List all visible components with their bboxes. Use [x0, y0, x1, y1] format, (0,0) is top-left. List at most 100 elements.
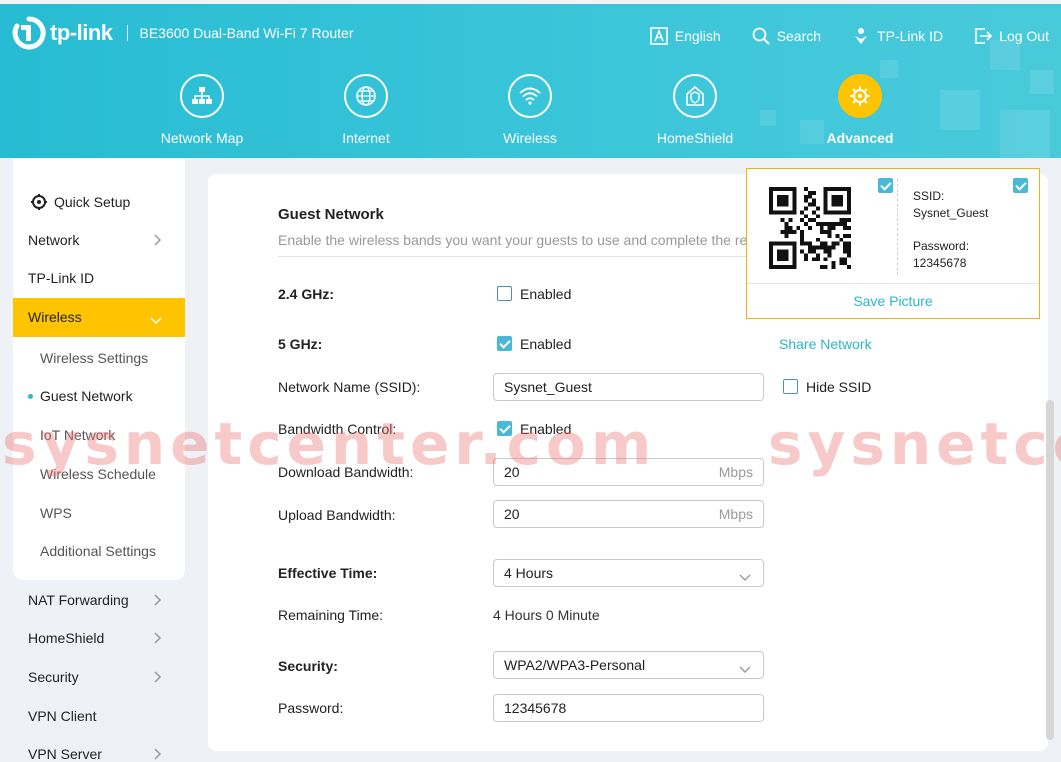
- popup-ssid-label: SSID:: [913, 189, 945, 203]
- ssid-input[interactable]: Sysnet_Guest: [493, 373, 764, 401]
- sidebar-item-network[interactable]: Network: [28, 232, 168, 248]
- sidebar-sub-label: Additional Settings: [40, 543, 156, 559]
- bandwidth-control-label: Bandwidth Control:: [278, 421, 397, 437]
- brand-logo[interactable]: tp-link BE3600 Dual-Band Wi-Fi 7 Router: [12, 16, 354, 50]
- password-label: Password:: [278, 700, 344, 716]
- logout-button[interactable]: Log Out: [973, 26, 1049, 46]
- popup-divider: [897, 179, 898, 275]
- share-network-link[interactable]: Share Network: [779, 336, 872, 352]
- nav-advanced[interactable]: Advanced: [800, 74, 920, 146]
- section-title: Guest Network: [278, 206, 384, 223]
- ssid-label: Network Name (SSID):: [278, 379, 421, 395]
- band5-label: 5 GHz:: [278, 336, 323, 352]
- security-select[interactable]: WPA2/WPA3-Personal: [493, 651, 764, 679]
- sidebar-sub-additional-settings[interactable]: Additional Settings: [40, 543, 156, 559]
- logout-icon: [973, 26, 993, 46]
- security-label: Security:: [278, 658, 338, 674]
- chevron-right-icon: [154, 233, 162, 249]
- sidebar-sub-wireless-settings[interactable]: Wireless Settings: [40, 350, 148, 366]
- sidebar-item-label: HomeShield: [28, 630, 105, 646]
- sidebar-item-security[interactable]: Security: [28, 669, 168, 685]
- search-label: Search: [776, 28, 822, 44]
- upload-bandwidth-input[interactable]: 20 Mbps: [493, 500, 764, 528]
- sidebar-item-label: VPN Client: [28, 708, 97, 724]
- info-include-checkbox[interactable]: [1013, 178, 1028, 193]
- chevron-down-icon: [150, 312, 162, 328]
- ssid-value: Sysnet_Guest: [504, 379, 592, 395]
- hide-ssid-label[interactable]: Hide SSID: [806, 379, 871, 395]
- sidebar-sub-wps[interactable]: WPS: [40, 505, 72, 521]
- effective-time-select[interactable]: 4 Hours: [493, 559, 764, 587]
- tplink-id-icon: [851, 26, 871, 46]
- language-icon: [649, 26, 669, 46]
- search-button[interactable]: Search: [751, 26, 821, 46]
- globe-icon: [344, 74, 388, 118]
- chevron-right-icon: [154, 593, 162, 609]
- sidebar-sub-wireless-schedule[interactable]: Wireless Schedule: [40, 466, 156, 482]
- share-network-popup: SSID: Sysnet_Guest Password: 12345678 Sa…: [746, 168, 1040, 319]
- gear-icon: [838, 74, 882, 118]
- language-button[interactable]: English: [649, 26, 721, 46]
- sidebar-sub-label: Wireless Schedule: [40, 466, 156, 482]
- scrollbar[interactable]: [1046, 400, 1054, 740]
- top-border: [0, 0, 1061, 4]
- effective-time-label: Effective Time:: [278, 565, 378, 581]
- sidebar-item-label: TP-Link ID: [28, 270, 95, 286]
- chevron-right-icon: [154, 670, 162, 686]
- section-divider: [278, 256, 748, 257]
- nav-label: Network Map: [160, 130, 244, 146]
- nav-internet[interactable]: Internet: [306, 74, 426, 146]
- main-nav: Network Map Internet Wireless HomeShield…: [0, 74, 1061, 154]
- search-icon: [751, 26, 771, 46]
- bandwidth-control-checkbox[interactable]: [497, 421, 512, 436]
- brand-name: tp-link: [50, 20, 113, 45]
- sidebar-item-wireless[interactable]: Wireless: [28, 309, 168, 325]
- bandwidth-control-checkbox-label[interactable]: Enabled: [520, 421, 571, 437]
- nav-network-map[interactable]: Network Map: [142, 74, 262, 146]
- sidebar-item-vpn-client[interactable]: VPN Client: [28, 708, 168, 724]
- sidebar-item-label: Quick Setup: [54, 194, 131, 210]
- nav-label: Wireless: [503, 130, 557, 146]
- chevron-right-icon: [154, 631, 162, 647]
- qr-code: [769, 187, 851, 269]
- sidebar-item-nat-forwarding[interactable]: NAT Forwarding: [28, 592, 168, 608]
- effective-time-value: 4 Hours: [504, 565, 554, 581]
- remaining-time-value: 4 Hours 0 Minute: [493, 607, 600, 623]
- sidebar-item-label: Security: [28, 669, 79, 685]
- hide-ssid-checkbox[interactable]: [783, 379, 798, 394]
- band5-checkbox-label[interactable]: Enabled: [520, 336, 571, 352]
- nav-label: Internet: [342, 130, 390, 146]
- upload-unit: Mbps: [718, 506, 753, 522]
- nav-homeshield[interactable]: HomeShield: [635, 74, 755, 146]
- download-unit: Mbps: [718, 464, 753, 480]
- top-actions: English Search TP-Link ID Log Out: [619, 26, 1049, 46]
- tplink-id-button[interactable]: TP-Link ID: [851, 26, 943, 46]
- qr-include-checkbox[interactable]: [878, 178, 893, 193]
- chevron-down-icon: [739, 569, 751, 585]
- band24-label: 2.4 GHz:: [278, 286, 335, 302]
- sidebar-item-tplink-id[interactable]: TP-Link ID: [28, 270, 168, 286]
- popup-ssid-value: Sysnet_Guest: [913, 206, 989, 220]
- nav-label: Advanced: [826, 130, 894, 146]
- sidebar-item-vpn-server[interactable]: VPN Server: [28, 746, 168, 762]
- sidebar-item-label: VPN Server: [28, 746, 102, 762]
- network-map-icon: [180, 74, 224, 118]
- sidebar-item-quick-setup[interactable]: Quick Setup: [30, 193, 170, 211]
- sidebar-sub-iot-network[interactable]: IoT Network: [40, 427, 115, 443]
- chevron-down-icon: [739, 661, 751, 677]
- password-input[interactable]: 12345678: [493, 694, 764, 722]
- band24-checkbox-label[interactable]: Enabled: [520, 286, 571, 302]
- upload-bandwidth-label: Upload Bandwidth:: [278, 507, 396, 523]
- band5-checkbox[interactable]: [497, 336, 512, 351]
- sidebar-sub-guest-network[interactable]: Guest Network: [40, 388, 133, 404]
- popup-divider-h: [747, 283, 1039, 284]
- active-dot: [28, 394, 33, 399]
- nav-wireless[interactable]: Wireless: [470, 74, 590, 146]
- sidebar-sub-label: WPS: [40, 505, 72, 521]
- band24-checkbox[interactable]: [497, 286, 512, 301]
- sidebar-item-label: Wireless: [28, 309, 82, 325]
- download-bandwidth-input[interactable]: 20 Mbps: [493, 458, 764, 486]
- sidebar-item-homeshield[interactable]: HomeShield: [28, 630, 168, 646]
- section-description: Enable the wireless bands you want your …: [278, 232, 748, 248]
- save-picture-button[interactable]: Save Picture: [747, 293, 1039, 309]
